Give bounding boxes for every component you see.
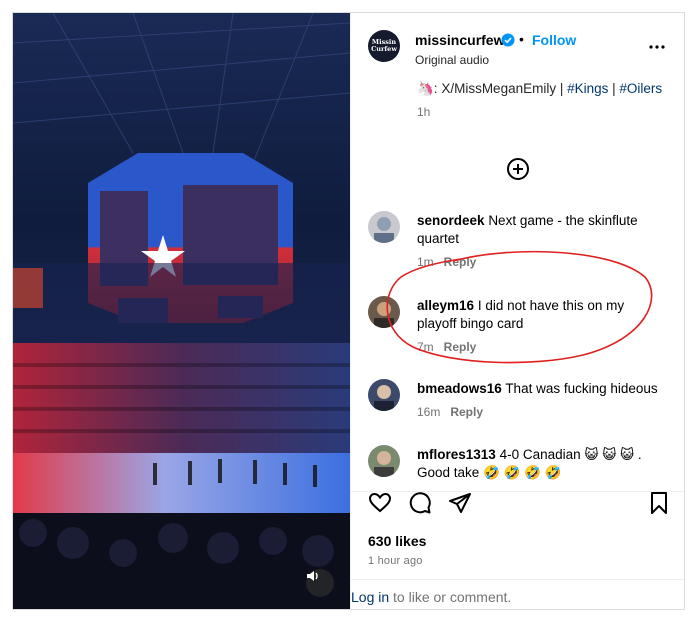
post-sidebar: Missin Curfew missincurfew • Follow Orig…	[350, 13, 684, 609]
comment-meta: 16m Reply	[417, 405, 483, 419]
load-more-comments-icon[interactable]	[506, 157, 530, 181]
comment-time: 1m	[417, 255, 434, 269]
hashtag-kings[interactable]: #Kings	[567, 81, 608, 96]
arena-image	[13, 13, 350, 609]
reply-button[interactable]: Reply	[444, 255, 477, 269]
comment-text: alleym16 I did not have this on my playo…	[417, 297, 667, 333]
reply-button[interactable]: Reply	[450, 405, 483, 419]
account-username[interactable]: missincurfew	[415, 32, 504, 48]
comment-text: bmeadows16 That was fucking hideous	[417, 380, 667, 398]
caption-emoji: 🦄:	[417, 81, 438, 96]
post-time: 1 hour ago	[368, 555, 423, 567]
hashtag-oilers[interactable]: #Oilers	[619, 81, 662, 96]
comment-body: That was fucking hideous	[505, 381, 658, 396]
post-video[interactable]	[13, 13, 350, 609]
actions-divider	[351, 491, 684, 492]
account-avatar[interactable]: Missin Curfew	[368, 30, 400, 62]
comment-text: mflores1313 4-0 Canadian 😺 😺 😺 . Good ta…	[417, 446, 667, 482]
comment-text: senordeek Next game - the skinflute quar…	[417, 212, 667, 248]
heart-icon[interactable]	[368, 491, 392, 515]
verified-badge-icon	[501, 33, 515, 47]
comment-icon[interactable]	[408, 491, 432, 515]
share-icon[interactable]	[448, 491, 472, 515]
comments-list: 🦄: X/MissMeganEmily | #Kings | #Oilers 1…	[351, 81, 684, 491]
comment-time: 16m	[417, 405, 441, 419]
comment-username[interactable]: mflores1313	[417, 447, 496, 462]
comment-username[interactable]: bmeadows16	[417, 381, 502, 396]
follow-button[interactable]: Follow	[532, 32, 576, 48]
caption-text: 🦄: X/MissMeganEmily | #Kings | #Oilers	[417, 81, 662, 97]
commenter-avatar[interactable]	[368, 445, 400, 477]
bookmark-icon[interactable]	[647, 491, 671, 515]
comment-username[interactable]: senordeek	[417, 213, 485, 228]
comment-meta: 7m Reply	[417, 340, 476, 354]
commenter-avatar[interactable]	[368, 379, 400, 411]
avatar-text: Missin Curfew	[371, 38, 397, 53]
instagram-post: Missin Curfew missincurfew • Follow Orig…	[12, 12, 685, 610]
more-options-icon[interactable]	[647, 37, 667, 57]
login-prompt-text: to like or comment.	[389, 589, 512, 605]
login-link[interactable]: Log in	[351, 589, 389, 605]
footer-divider	[351, 579, 684, 580]
comment-time: 7m	[417, 340, 434, 354]
post-header: Missin Curfew missincurfew • Follow Orig…	[351, 13, 684, 81]
login-prompt: Log in to like or comment.	[351, 589, 511, 605]
commenter-avatar[interactable]	[368, 296, 400, 328]
comment-username[interactable]: alleym16	[417, 298, 474, 313]
caption-handle: X/MissMeganEmily |	[437, 81, 568, 96]
commenter-avatar[interactable]	[368, 211, 400, 243]
audio-label[interactable]: Original audio	[415, 53, 489, 67]
speaker-icon	[307, 571, 318, 581]
separator-dot: •	[519, 31, 524, 47]
comment-meta: 1m Reply	[417, 255, 476, 269]
caption-separator: |	[608, 81, 620, 96]
mute-button[interactable]	[306, 569, 334, 597]
likes-count[interactable]: 630 likes	[368, 533, 426, 549]
caption-timestamp: 1h	[417, 105, 431, 119]
reply-button[interactable]: Reply	[444, 340, 477, 354]
